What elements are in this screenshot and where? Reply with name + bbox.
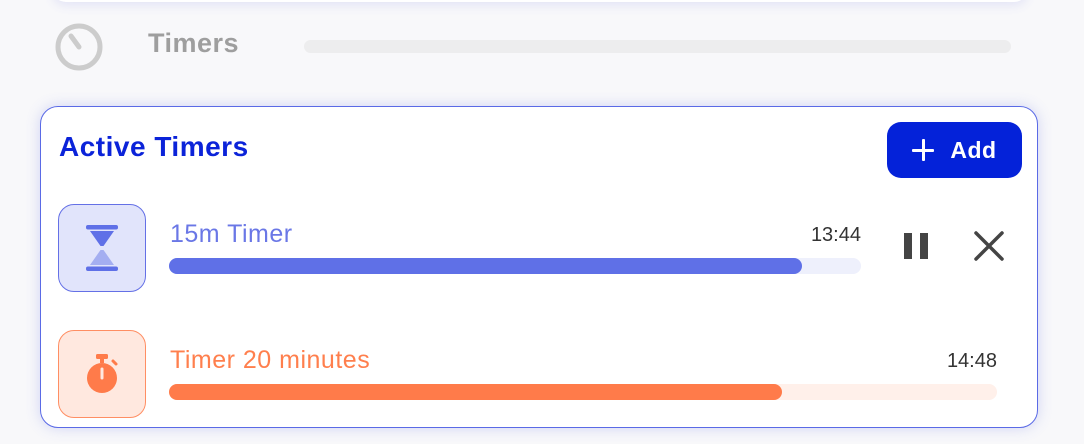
timers-header: Timers — [0, 0, 1084, 95]
timer-progress-track — [169, 384, 997, 400]
timer-remaining: 14:48 — [946, 350, 997, 372]
close-icon[interactable] — [972, 229, 1006, 263]
stopwatch-icon — [58, 330, 146, 418]
hourglass-icon — [58, 204, 146, 292]
plus-icon — [912, 139, 935, 161]
timer-row: Timer 20 minutes 14:48 — [41, 330, 1039, 420]
timer-row: 15m Timer 13:44 — [41, 204, 1039, 294]
timer-progress-track — [169, 258, 861, 274]
timer-remaining: 13:44 — [810, 224, 861, 246]
timer-progress-fill — [169, 258, 803, 274]
timer-name: 15m Timer — [170, 220, 293, 248]
active-timers-panel: Active Timers Add 15m Timer 13:44 Timer … — [40, 106, 1038, 428]
pause-icon[interactable] — [901, 231, 931, 261]
add-timer-button[interactable]: Add — [887, 122, 1022, 178]
timer-name: Timer 20 minutes — [170, 346, 371, 374]
header-progress-track — [304, 40, 1011, 53]
timer-icon — [54, 22, 104, 72]
add-button-label: Add — [950, 136, 997, 163]
timer-progress-fill — [169, 384, 782, 400]
header-title: Timers — [148, 28, 240, 58]
panel-title: Active Timers — [59, 131, 249, 162]
